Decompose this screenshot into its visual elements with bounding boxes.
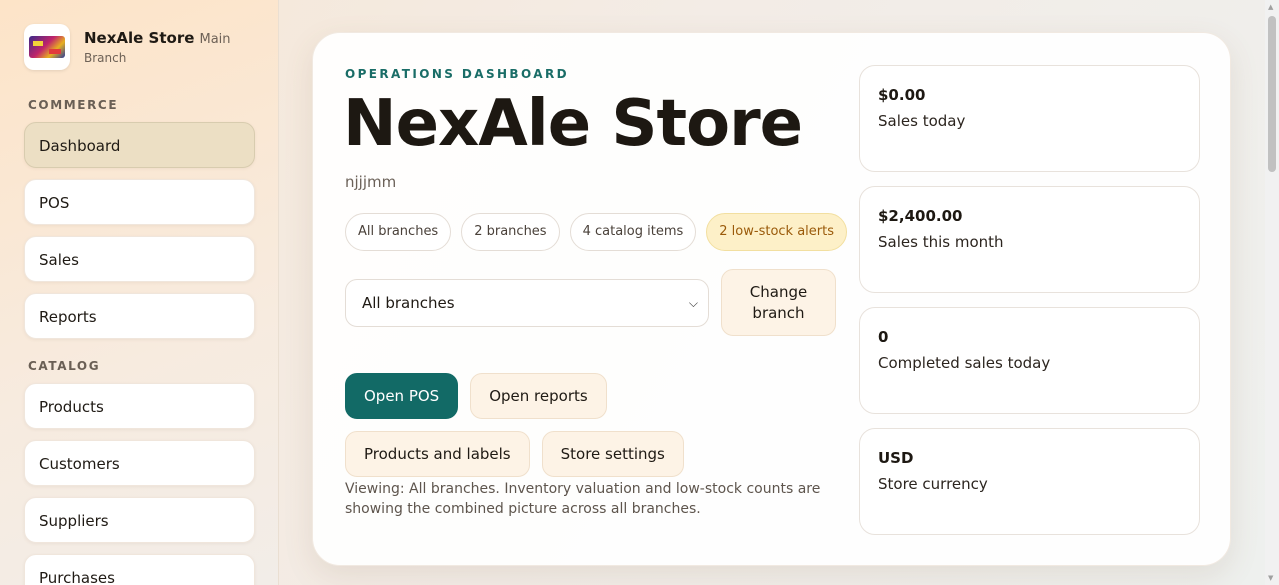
nav-suppliers[interactable]: Suppliers — [24, 497, 255, 543]
stat-value: $2,400.00 — [878, 207, 963, 225]
chip-catalog-items: 4 catalog items — [569, 213, 697, 251]
store-settings-button[interactable]: Store settings — [541, 431, 684, 477]
brand: NexAle Store Main Branch — [24, 24, 254, 70]
summary-chips: All branches 2 branches 4 catalog items … — [345, 213, 857, 251]
page-eyebrow: OPERATIONS DASHBOARD — [345, 67, 569, 81]
branch-name: Main — [199, 32, 231, 47]
chip-branch-count: 2 branches — [461, 213, 560, 251]
scroll-down-icon[interactable]: ▼ — [1268, 574, 1273, 582]
nav-pos[interactable]: POS — [24, 179, 255, 225]
nav-sales[interactable]: Sales — [24, 236, 255, 282]
stat-card-completed-sales: 0 Completed sales today — [859, 307, 1200, 414]
scroll-up-icon[interactable]: ▲ — [1268, 3, 1273, 11]
section-label-catalog: CATALOG — [28, 359, 101, 373]
logo-image — [29, 36, 65, 58]
page-scrollbar[interactable]: ▲ ▼ — [1265, 0, 1279, 585]
open-reports-button[interactable]: Open reports — [470, 373, 607, 419]
branch-select-value: All branches — [362, 294, 455, 312]
open-pos-button[interactable]: Open POS — [345, 373, 459, 419]
stat-label: Sales today — [878, 112, 966, 130]
section-label-commerce: COMMERCE — [28, 98, 119, 112]
brand-text: NexAle Store Main Branch — [84, 24, 231, 65]
stat-label: Sales this month — [878, 233, 1004, 251]
store-logo — [24, 24, 70, 70]
branch-name-cont: Branch — [84, 51, 127, 65]
chip-low-stock-alerts: 2 low-stock alerts — [706, 213, 847, 251]
nav-reports[interactable]: Reports — [24, 293, 255, 339]
nav-dashboard[interactable]: Dashboard — [24, 122, 255, 168]
viewing-note: Viewing: All branches. Inventory valuati… — [345, 481, 821, 517]
page-subtitle: njjjmm — [345, 173, 397, 191]
stat-label: Completed sales today — [878, 354, 1051, 372]
scrollbar-thumb[interactable] — [1268, 16, 1276, 172]
page-title: NexAle Store — [343, 87, 803, 161]
nav-products[interactable]: Products — [24, 383, 255, 429]
nav-purchases[interactable]: Purchases — [24, 554, 255, 585]
sidebar: NexAle Store Main Branch COMMERCE Dashbo… — [0, 0, 279, 585]
chevron-down-icon: ⌵ — [688, 296, 698, 310]
stat-value: 0 — [878, 328, 889, 346]
stat-value: $0.00 — [878, 86, 926, 104]
stat-value: USD — [878, 449, 914, 467]
stats-column: $0.00 Sales today $2,400.00 Sales this m… — [859, 65, 1200, 549]
stat-card-sales-month: $2,400.00 Sales this month — [859, 186, 1200, 293]
change-branch-button[interactable]: Change branch — [721, 269, 836, 336]
stat-card-currency: USD Store currency — [859, 428, 1200, 535]
nav-customers[interactable]: Customers — [24, 440, 255, 486]
chip-all-branches: All branches — [345, 213, 452, 251]
products-and-labels-button[interactable]: Products and labels — [345, 431, 530, 477]
stat-card-sales-today: $0.00 Sales today — [859, 65, 1200, 172]
store-name: NexAle Store — [84, 29, 195, 47]
dashboard-card: OPERATIONS DASHBOARD NexAle Store njjjmm… — [312, 32, 1231, 566]
action-buttons: Open POS Open reports Products and label… — [345, 373, 805, 489]
branch-select[interactable]: All branches ⌵ — [345, 279, 709, 327]
stat-label: Store currency — [878, 475, 988, 493]
